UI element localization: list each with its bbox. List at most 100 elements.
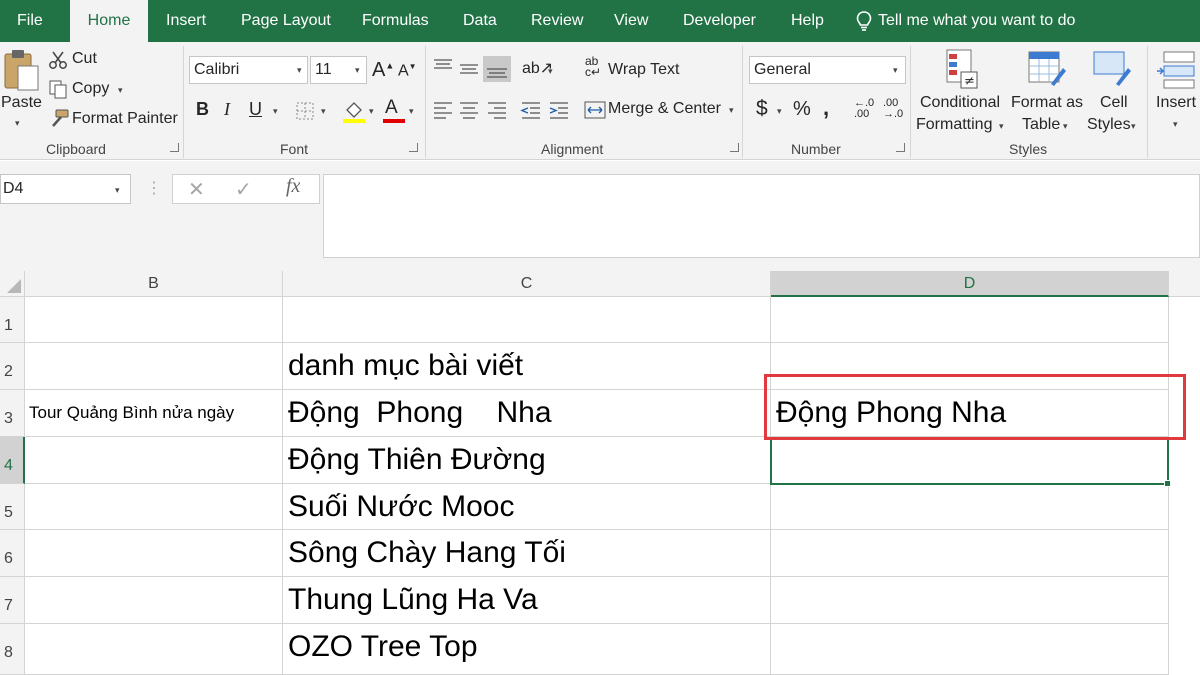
- tab-developer[interactable]: Developer: [683, 0, 756, 42]
- tell-me-search[interactable]: Tell me what you want to do: [878, 0, 1075, 42]
- alignment-launcher-icon[interactable]: [730, 143, 739, 152]
- conditional-formatting-label-2[interactable]: Formatting: [916, 116, 992, 134]
- currency-button[interactable]: $: [756, 97, 768, 121]
- number-format-dropdown-icon[interactable]: ▾: [893, 65, 898, 76]
- paste-dropdown-icon[interactable]: ▾: [15, 118, 20, 129]
- font-launcher-icon[interactable]: [409, 143, 418, 152]
- clipboard-launcher-icon[interactable]: [170, 143, 179, 152]
- row-header-7[interactable]: 7: [0, 577, 25, 624]
- cell-d1[interactable]: [771, 297, 1169, 343]
- font-color-icon[interactable]: A: [385, 97, 398, 119]
- font-size-dropdown-icon[interactable]: ▾: [355, 65, 360, 76]
- borders-dropdown-icon[interactable]: ▾: [321, 106, 326, 117]
- cell-b6[interactable]: [25, 530, 283, 577]
- cell-styles-label-2[interactable]: Styles: [1087, 116, 1131, 134]
- cell-c6[interactable]: Sông Chày Hang Tối: [283, 530, 771, 577]
- select-all-button[interactable]: [0, 271, 25, 297]
- cell-b3[interactable]: Tour Quảng Bình nửa ngày: [25, 390, 283, 437]
- font-color-dropdown-icon[interactable]: ▾: [409, 106, 414, 117]
- number-format-select[interactable]: General: [749, 56, 906, 84]
- tab-file[interactable]: File: [17, 0, 43, 42]
- column-header-d[interactable]: D: [771, 271, 1169, 297]
- tab-view[interactable]: View: [614, 0, 648, 42]
- cell-c2[interactable]: danh mục bài viết: [283, 343, 771, 390]
- cell-c4[interactable]: Động Thiên Đường: [283, 437, 771, 484]
- font-name-dropdown-icon[interactable]: ▾: [297, 65, 302, 76]
- cell-d7[interactable]: [771, 577, 1169, 624]
- format-as-table-dropdown-icon[interactable]: ▾: [1063, 121, 1068, 132]
- cell-b4[interactable]: [25, 437, 283, 484]
- tab-page-layout[interactable]: Page Layout: [241, 0, 331, 42]
- row-header-1[interactable]: 1: [0, 297, 25, 343]
- merge-center-button[interactable]: Merge & Center: [608, 100, 721, 118]
- cell-c5[interactable]: Suối Nước Mooc: [283, 484, 771, 530]
- comma-style-button[interactable]: ,: [823, 95, 829, 121]
- increase-decimal-icon[interactable]: ←.0.00: [854, 98, 874, 120]
- cell-styles-label-1[interactable]: Cell: [1100, 94, 1128, 112]
- row-header-2[interactable]: 2: [0, 343, 25, 390]
- cell-b1[interactable]: [25, 297, 283, 343]
- merge-center-dropdown-icon[interactable]: ▾: [729, 105, 734, 116]
- tab-review[interactable]: Review: [531, 0, 583, 42]
- decrease-decimal-icon[interactable]: .00 →.0: [883, 98, 903, 120]
- tab-data[interactable]: Data: [463, 0, 497, 42]
- italic-button[interactable]: I: [224, 99, 230, 120]
- tab-help[interactable]: Help: [791, 0, 824, 42]
- copy-button[interactable]: Copy: [72, 80, 109, 98]
- column-header-b[interactable]: B: [25, 271, 283, 297]
- horizontal-align-icons[interactable]: [432, 100, 572, 122]
- borders-icon[interactable]: [295, 101, 315, 121]
- format-painter-button[interactable]: Format Painter: [72, 110, 178, 128]
- copy-dropdown-icon[interactable]: ▾: [118, 85, 123, 96]
- row-header-5[interactable]: 5: [0, 484, 25, 530]
- cell-b8[interactable]: [25, 624, 283, 675]
- row-header-4[interactable]: 4: [0, 437, 25, 484]
- increase-font-size-icon[interactable]: A▲: [372, 59, 394, 82]
- cut-button[interactable]: Cut: [72, 50, 97, 68]
- confirm-entry-icon[interactable]: ✓: [235, 177, 252, 202]
- format-as-table-label-1[interactable]: Format as: [1011, 94, 1083, 112]
- paste-button[interactable]: Paste: [1, 94, 42, 112]
- currency-dropdown-icon[interactable]: ▾: [777, 106, 782, 117]
- cell-b7[interactable]: [25, 577, 283, 624]
- column-header-c[interactable]: C: [283, 271, 771, 297]
- format-as-table-label-2[interactable]: Table: [1022, 116, 1060, 134]
- tab-insert[interactable]: Insert: [166, 0, 206, 42]
- tab-home[interactable]: Home: [70, 0, 148, 42]
- row-header-8[interactable]: 8: [0, 624, 25, 675]
- cancel-entry-icon[interactable]: ✕: [188, 177, 205, 202]
- fill-handle[interactable]: [1164, 480, 1171, 487]
- column-header-e[interactable]: [1169, 271, 1200, 297]
- insert-function-button[interactable]: fx: [286, 175, 300, 198]
- cell-d6[interactable]: [771, 530, 1169, 577]
- decrease-font-size-icon[interactable]: A▼: [398, 62, 417, 80]
- fill-color-icon[interactable]: [342, 98, 366, 124]
- insert-button[interactable]: Insert: [1156, 94, 1196, 112]
- cell-c8[interactable]: OZO Tree Top: [283, 624, 771, 675]
- formula-input[interactable]: [323, 174, 1200, 258]
- name-box[interactable]: D4: [0, 174, 131, 204]
- cell-b2[interactable]: [25, 343, 283, 390]
- name-box-dropdown-icon[interactable]: ▾: [115, 185, 120, 196]
- fill-color-dropdown-icon[interactable]: ▾: [369, 106, 374, 117]
- tab-formulas[interactable]: Formulas: [362, 0, 429, 42]
- conditional-formatting-dropdown-icon[interactable]: ▾: [999, 121, 1004, 132]
- row-header-3[interactable]: 3: [0, 390, 25, 437]
- vertical-align-icons[interactable]: [432, 56, 512, 82]
- row-header-6[interactable]: 6: [0, 530, 25, 577]
- cell-c3[interactable]: Động Phong Nha: [283, 390, 771, 437]
- orientation-dropdown-icon[interactable]: ▾: [548, 66, 553, 77]
- percent-button[interactable]: %: [793, 98, 811, 121]
- cell-styles-dropdown-icon[interactable]: ▾: [1131, 121, 1136, 132]
- insert-dropdown-icon[interactable]: ▾: [1173, 119, 1178, 130]
- conditional-formatting-label-1[interactable]: Conditional: [920, 94, 1000, 112]
- bold-button[interactable]: B: [196, 99, 209, 120]
- cell-c1[interactable]: [283, 297, 771, 343]
- number-launcher-icon[interactable]: [896, 143, 905, 152]
- underline-button[interactable]: U: [249, 99, 262, 120]
- font-name-select[interactable]: Calibri: [189, 56, 308, 84]
- cell-b5[interactable]: [25, 484, 283, 530]
- cell-c7[interactable]: Thung Lũng Ha Va: [283, 577, 771, 624]
- underline-dropdown-icon[interactable]: ▾: [273, 106, 278, 117]
- cell-d5[interactable]: [771, 484, 1169, 530]
